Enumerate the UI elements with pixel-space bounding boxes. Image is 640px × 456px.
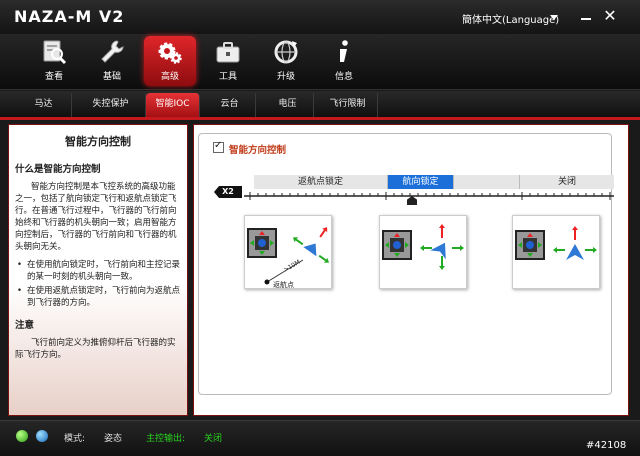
mode-off[interactable]: 关闭 [520, 175, 614, 189]
channel-scale [244, 192, 614, 200]
toolbar-tools-label: 工具 [218, 72, 237, 82]
upgrade-globe-icon [274, 40, 298, 64]
toolbar-upgrade-button[interactable]: 升级 [260, 36, 312, 86]
mode-value: 姿态 [104, 434, 123, 444]
tab-intelligent-ioc[interactable]: 智能IOC [146, 93, 200, 117]
home-lock-illustration: >10M 返航点 [247, 227, 330, 289]
language-selector[interactable]: 簡体中文(Language) [462, 11, 559, 26]
toolbar-advanced-label: 高级 [160, 72, 179, 82]
minimize-icon[interactable] [578, 8, 594, 24]
magnifier-icon [43, 40, 67, 65]
toolbar-info-label: 信息 [334, 72, 353, 82]
gears-icon [158, 42, 182, 64]
mode-home-lock[interactable]: 返航点锁定 [254, 175, 388, 189]
toolbox-icon [216, 42, 240, 63]
toolbar-upgrade-label: 升级 [276, 72, 295, 82]
help-title: 智能方向控制 [65, 135, 131, 148]
info-icon [340, 40, 348, 62]
course-lock-illustration [382, 224, 464, 270]
help-note-title: 注意 [15, 320, 35, 331]
output-value: 关闭 [204, 434, 223, 444]
help-question: 什么是智能方向控制 [15, 164, 101, 175]
output-label: 主控输出: [146, 434, 186, 444]
status-bar: 模式: 姿态 主控输出: 关闭 [0, 420, 640, 456]
status-led-icon [36, 430, 48, 442]
tab-flight-limits[interactable]: 飞行限制 [318, 93, 378, 117]
sub-tabs: 马达 失控保护 智能IOC 云台 电压 飞行限制 [0, 91, 640, 117]
mode-course-lock[interactable]: 航向锁定 [388, 175, 454, 189]
channel-label: X2 [214, 186, 242, 198]
help-bullet: 在使用航向锁定时，飞行前向和主控记录的某一时刻的机头朝向一致。 [15, 259, 181, 283]
off-mode-diagram [512, 215, 600, 289]
toolbar-basic-button[interactable]: 基础 [86, 36, 138, 86]
toolbar-advanced-button[interactable]: 高级 [144, 36, 196, 86]
home-lock-diagram: >10M 返航点 [244, 215, 332, 289]
main-toolbar: 查看 基础 高级 工具 升级 信息 [0, 34, 640, 90]
watermark: #42108 [586, 440, 627, 451]
wrench-icon [101, 40, 124, 63]
toolbar-tools-button[interactable]: 工具 [202, 36, 254, 86]
chevron-down-icon[interactable] [550, 15, 558, 20]
help-panel: 智能方向控制 什么是智能方向控制 智能方向控制是本飞控系统的高级功能之一，包括了… [8, 124, 188, 416]
diagram-distance-label: >10M [283, 259, 302, 274]
help-note: 飞行前向定义为推俯仰杆后飞行器的实际飞行方向。 [15, 338, 176, 360]
tab-gimbal[interactable]: 云台 [204, 93, 256, 117]
help-paragraph: 智能方向控制是本飞控系统的高级功能之一，包括了航向锁定飞行和返航点锁定飞行。在普… [15, 182, 177, 252]
course-lock-diagram [379, 215, 467, 289]
mode-label: 模式: [64, 434, 86, 444]
diagram-home-label: 返航点 [273, 280, 294, 289]
toolbar-view-button[interactable]: 查看 [28, 36, 80, 86]
mode-gap [454, 175, 520, 189]
close-icon[interactable]: ✕ [602, 8, 618, 24]
toolbar-basic-label: 基础 [102, 72, 121, 82]
mode-bar: 返航点锁定 航向锁定 关闭 [254, 175, 614, 189]
tab-failsafe[interactable]: 失控保护 [76, 93, 146, 117]
tab-motor[interactable]: 马达 [16, 93, 72, 117]
app-title: NAZA-M V2 [14, 7, 125, 26]
connection-led-icon [16, 430, 28, 442]
help-bullet: 在使用返航点锁定时，飞行前向为返航点到飞行器的方向。 [15, 285, 181, 309]
tab-underline [0, 117, 640, 120]
tab-voltage[interactable]: 电压 [262, 93, 314, 117]
toolbar-info-button[interactable]: 信息 [318, 36, 370, 86]
title-bar: NAZA-M V2 簡体中文(Language) ✕ [0, 0, 640, 34]
off-mode-illustration [515, 226, 597, 260]
ioc-checkbox-label: 智能方向控制 [229, 145, 287, 156]
ioc-enable-checkbox[interactable] [213, 140, 224, 153]
toolbar-view-label: 查看 [44, 72, 63, 82]
